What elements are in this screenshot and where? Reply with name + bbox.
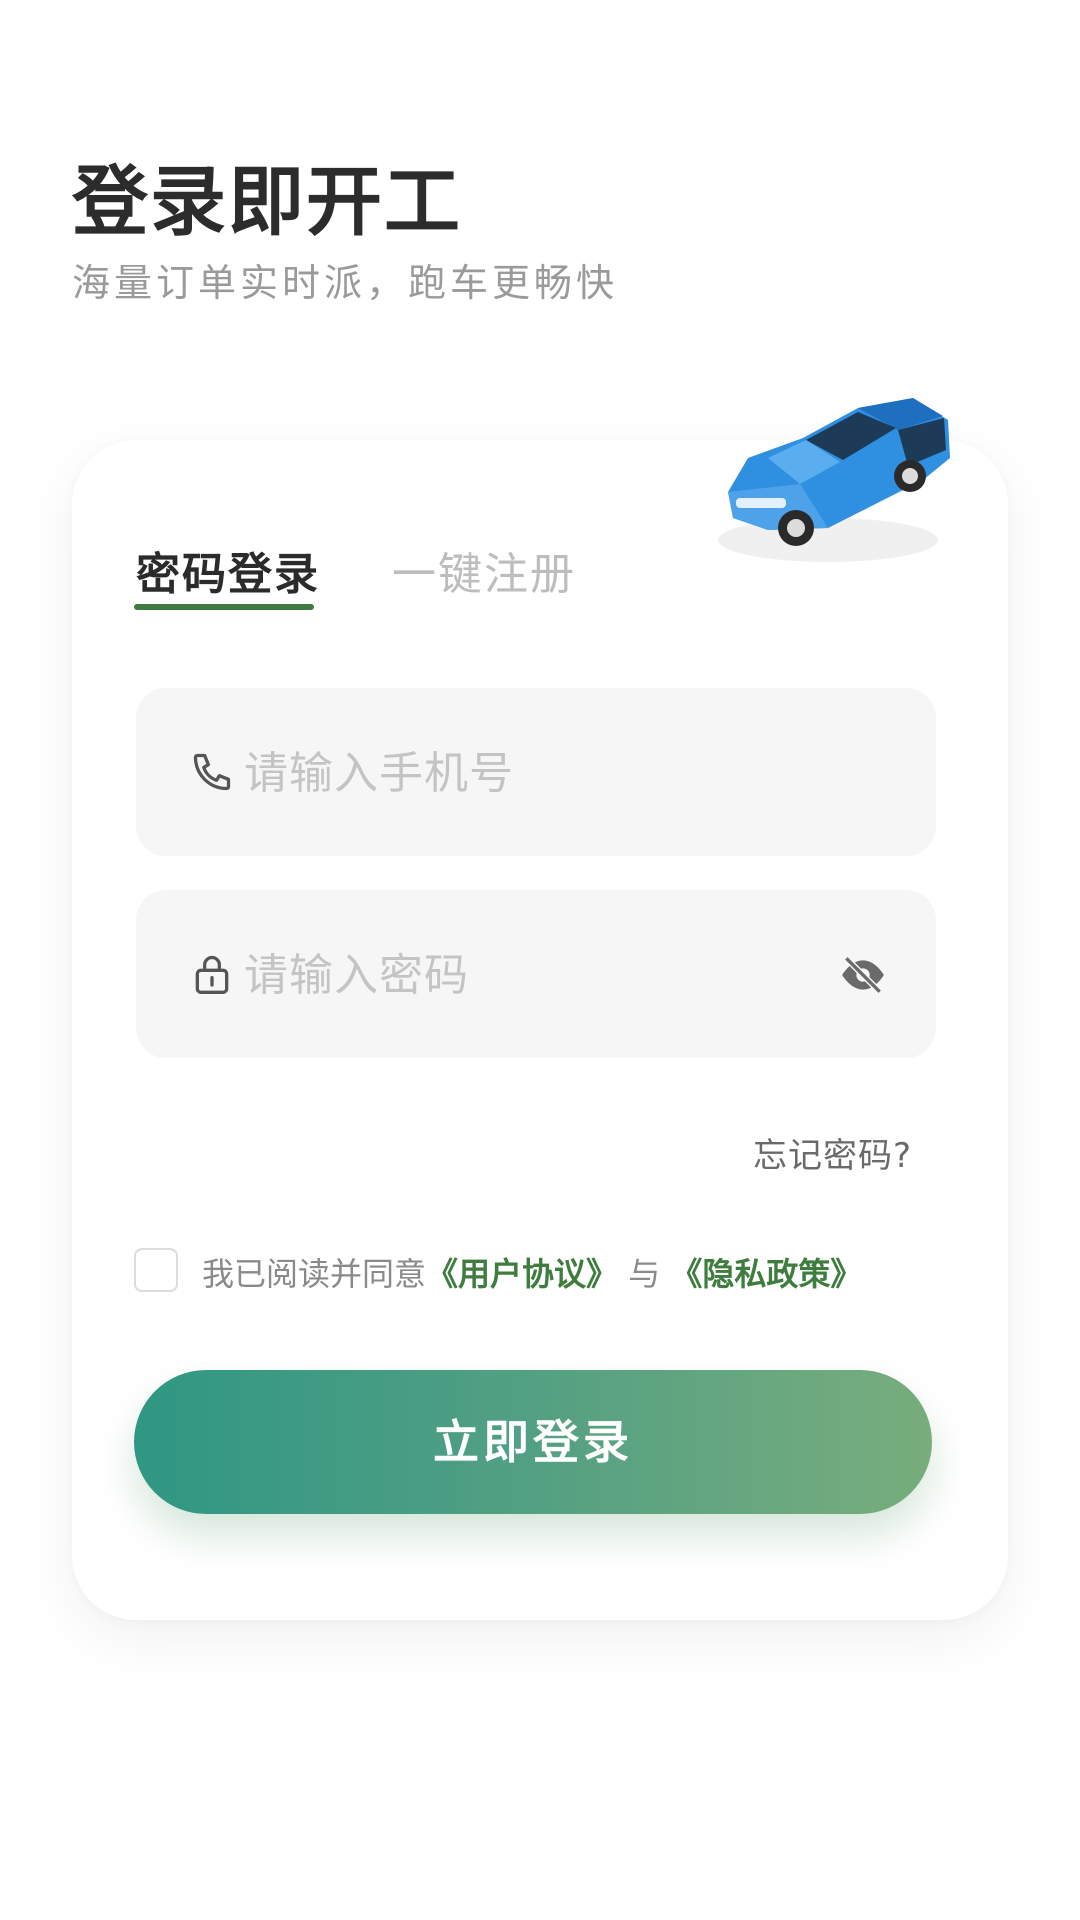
privacy-policy-link[interactable]: 《隐私政策》 — [670, 1255, 862, 1293]
lock-icon — [195, 955, 229, 994]
tab-quick-register[interactable]: 一键注册 — [392, 538, 576, 602]
phone-icon — [193, 753, 231, 791]
agreement-text: 我已阅读并同意《用户协议》 与 《隐私政策》 — [202, 1249, 862, 1295]
login-page: 登录即开工 海量订单实时派，跑车更畅快 密码登录 一键注册 请输入手机号 忘记密… — [0, 0, 1080, 1920]
tab-password-login[interactable]: 密码登录 — [136, 538, 320, 602]
agreement-connector: 与 — [628, 1255, 661, 1293]
active-tab-indicator — [134, 604, 314, 610]
page-subtitle: 海量订单实时派，跑车更畅快 — [72, 261, 619, 305]
eye-off-icon[interactable] — [838, 950, 888, 1000]
user-agreement-link[interactable]: 《用户协议》 — [426, 1255, 618, 1293]
phone-input[interactable] — [242, 740, 806, 806]
phone-field — [136, 688, 936, 856]
agreement-prefix: 我已阅读并同意 — [202, 1255, 427, 1293]
password-input[interactable] — [242, 942, 806, 1008]
page-title: 登录即开工 — [72, 157, 462, 246]
car-icon — [718, 398, 950, 562]
password-field — [136, 890, 936, 1058]
forgot-password-link[interactable]: 忘记密码? — [753, 1128, 912, 1177]
login-button[interactable]: 立即登录 — [134, 1370, 932, 1514]
agreement-checkbox[interactable] — [134, 1248, 178, 1292]
